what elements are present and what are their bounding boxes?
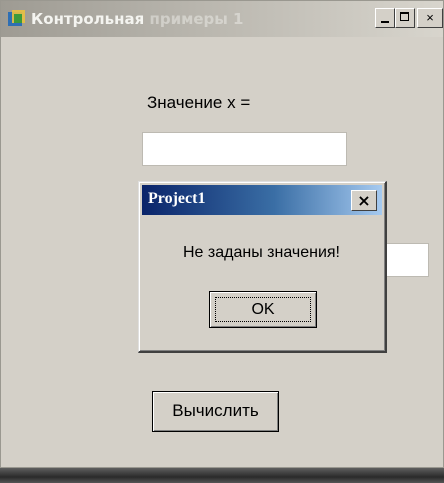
input-x-field[interactable] bbox=[142, 132, 347, 166]
calculate-button[interactable]: Вычислить bbox=[152, 391, 279, 432]
message-dialog: Project1 × Не заданы значения! OK bbox=[138, 181, 387, 353]
minimize-icon bbox=[381, 21, 389, 23]
window-title: Контрольная примеры 1 bbox=[31, 10, 244, 28]
main-window: Контрольная примеры 1 × Значение х = Выч… bbox=[0, 0, 444, 468]
taskbar bbox=[0, 468, 444, 483]
close-icon: × bbox=[426, 10, 434, 25]
ok-button-label: OK bbox=[215, 297, 311, 322]
dialog-message: Не заданы значения! bbox=[183, 244, 340, 261]
dialog-title: Project1 bbox=[148, 190, 206, 207]
maximize-button[interactable] bbox=[395, 8, 415, 28]
dialog-titlebar[interactable]: Project1 × bbox=[142, 185, 382, 215]
ok-button[interactable]: OK bbox=[209, 291, 317, 328]
main-titlebar[interactable]: Контрольная примеры 1 × bbox=[1, 1, 443, 37]
close-icon: × bbox=[357, 191, 371, 210]
close-button[interactable]: × bbox=[417, 8, 443, 28]
app-icon bbox=[7, 9, 27, 29]
maximize-icon bbox=[400, 12, 409, 21]
minimize-button[interactable] bbox=[375, 8, 395, 28]
input-y-field[interactable] bbox=[383, 243, 429, 277]
dialog-close-button[interactable]: × bbox=[351, 190, 377, 211]
label-x: Значение х = bbox=[147, 93, 251, 112]
